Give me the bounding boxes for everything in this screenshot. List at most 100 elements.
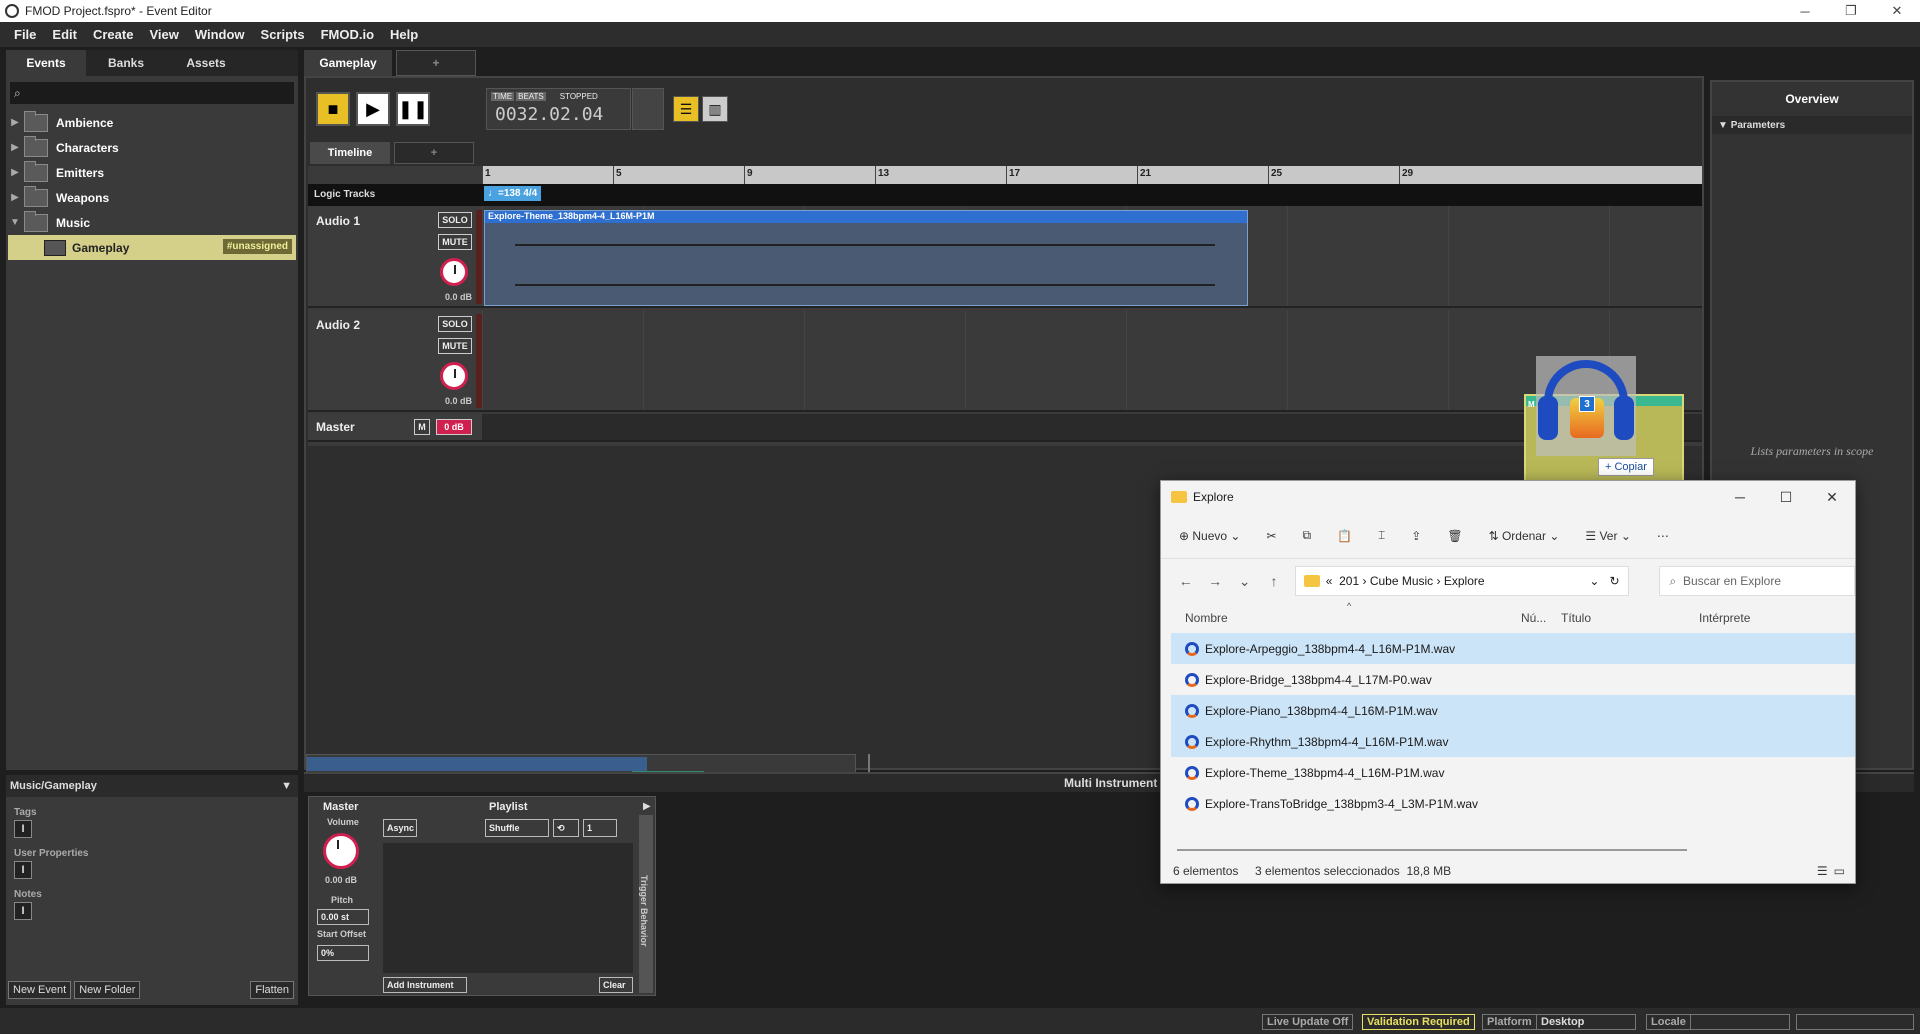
tab-assets[interactable]: Assets [166,50,246,76]
delete-icon[interactable]: 🗑 [1447,529,1462,543]
new-button[interactable]: ⊕ Nuevo ⌄ [1179,529,1240,543]
restore-icon[interactable]: ❐ [1828,0,1874,22]
solo-button[interactable]: SOLO [438,316,472,332]
menu-scripts[interactable]: Scripts [261,27,305,42]
minimize-icon[interactable]: ─ [1717,481,1763,513]
track-lane[interactable] [482,310,1702,410]
copy-icon[interactable]: ⧉ [1303,528,1312,543]
grid-view-icon[interactable]: ▥ [702,96,728,122]
volume-knob[interactable] [440,362,468,390]
beats-mode-button[interactable]: BEATS [516,92,546,101]
column-name[interactable]: Nombre [1185,611,1228,625]
locale-select[interactable] [1690,1014,1790,1030]
playlist-area[interactable] [383,843,633,973]
rename-icon[interactable]: ⌶ [1378,528,1385,543]
play-count-field[interactable]: 1 [583,819,617,837]
loop-playlist-icon[interactable]: ⟲ [553,819,579,837]
add-sheet-button[interactable]: + [394,142,474,164]
recent-icon[interactable]: ⌄ [1230,573,1259,590]
solo-button[interactable]: SOLO [438,212,472,228]
back-icon[interactable]: ← [1171,573,1200,589]
breadcrumb-explore[interactable]: Explore [1444,574,1485,588]
mute-button[interactable]: MUTE [438,234,472,250]
close-icon[interactable]: ✕ [1809,481,1855,513]
new-event-button[interactable]: New Event [8,981,72,999]
pause-button[interactable]: ❚❚ [396,92,430,126]
column-title[interactable]: Título [1561,611,1591,625]
audio-clip[interactable]: Explore-Theme_138bpm4-4_L16M-P1M [484,210,1248,306]
loop-toggle[interactable] [632,88,664,130]
volume-knob[interactable] [440,258,468,286]
file-row[interactable]: Explore-TransToBridge_138bpm3-4_L3M-P1M.… [1171,788,1855,819]
expand-arrow-icon[interactable]: ▶ [6,142,24,153]
maximize-icon[interactable]: ☐ [1763,481,1809,513]
expand-arrow-icon[interactable]: ▶ [6,192,24,203]
play-button[interactable]: ▶ [356,92,390,126]
breadcrumb-overflow[interactable]: « [1326,574,1333,588]
trigger-behavior-tab[interactable]: Trigger Behavior [639,815,653,993]
tab-gameplay[interactable]: Gameplay [304,50,392,76]
view-button[interactable]: ☰ Ver ⌄ [1585,529,1631,543]
file-row[interactable]: Explore-Piano_138bpm4-4_L16M-P1M.wav [1171,695,1855,726]
platform-select[interactable]: Desktop [1536,1014,1636,1030]
expand-playlist-icon[interactable]: ▶ [643,801,651,812]
refresh-icon[interactable]: ↻ [1609,574,1619,588]
mute-button[interactable]: MUTE [438,338,472,354]
collapse-icon[interactable]: ▼ [281,780,292,792]
address-bar[interactable]: « 201 › Cube Music › Explore ⌄ ↻ [1294,566,1629,596]
stop-button[interactable]: ■ [316,92,350,126]
up-icon[interactable]: ↑ [1259,573,1288,589]
breadcrumb-cube-music[interactable]: Cube Music [1370,574,1433,588]
time-mode-button[interactable]: TIME [491,92,515,101]
tiles-view-icon[interactable]: ▭ [1834,864,1845,878]
more-icon[interactable]: ⋯ [1657,529,1669,543]
parameters-header[interactable]: ▼ Parameters [1712,116,1912,134]
forward-icon[interactable]: → [1200,573,1229,589]
add-instrument-button[interactable]: Add Instrument [383,977,467,993]
address-dropdown-icon[interactable]: ⌄ [1589,574,1599,588]
sort-button[interactable]: ⇅ Ordenar ⌄ [1489,529,1560,543]
validation-button[interactable]: Validation Required [1362,1014,1475,1030]
tab-timeline[interactable]: Timeline [310,142,390,164]
tree-event-gameplay[interactable]: Gameplay #unassigned [8,235,296,260]
tree-folder-music[interactable]: ▼ Music [6,210,298,235]
start-offset-field[interactable]: 0% [317,945,369,961]
file-row[interactable]: Explore-Rhythm_138bpm4-4_L16M-P1M.wav [1171,726,1855,757]
playmode-select[interactable]: Shuffle [485,819,549,837]
details-view-icon[interactable]: ☰ [1817,864,1828,878]
explorer-search-input[interactable]: ⌕ Buscar en Explore [1658,566,1856,596]
menu-window[interactable]: Window [195,27,245,42]
file-row[interactable]: Explore-Theme_138bpm4-4_L16M-P1M.wav [1171,757,1855,788]
menu-create[interactable]: Create [93,27,133,42]
master-meter[interactable]: 0 dB [436,419,472,435]
tree-folder-characters[interactable]: ▶ Characters [6,135,298,160]
menu-file[interactable]: File [14,27,36,42]
browser-search-input[interactable]: ⌕ [10,82,294,104]
tags-edit-icon[interactable]: I [14,820,32,838]
collapse-arrow-icon[interactable]: ▼ [6,217,24,228]
expand-arrow-icon[interactable]: ▶ [6,117,24,128]
minimize-icon[interactable]: ─ [1782,0,1828,22]
notes-edit-icon[interactable]: I [14,902,32,920]
live-update-button[interactable]: Live Update Off [1262,1014,1354,1030]
close-icon[interactable]: ✕ [1874,0,1920,22]
paste-icon[interactable]: 📋 [1337,529,1352,543]
column-number[interactable]: Nú... [1521,611,1546,625]
tab-banks[interactable]: Banks [86,50,166,76]
timeline-ruler[interactable]: 1 5 9 13 17 21 25 29 [482,166,1702,184]
breadcrumb-201[interactable]: 201 [1339,574,1359,588]
menu-fmodio[interactable]: FMOD.io [321,27,374,42]
file-row[interactable]: Explore-Bridge_138bpm4-4_L17M-P0.wav [1171,664,1855,695]
menu-help[interactable]: Help [390,27,418,42]
file-row[interactable]: Explore-Arpeggio_138bpm4-4_L16M-P1M.wav [1171,633,1855,664]
tree-folder-weapons[interactable]: ▶ Weapons [6,185,298,210]
share-icon[interactable]: ⇪ [1411,529,1421,543]
user-properties-edit-icon[interactable]: I [14,861,32,879]
tempo-marker[interactable]: ♩=138 4/4 [484,186,542,201]
column-artist[interactable]: Intérprete [1699,611,1750,625]
flatten-button[interactable]: Flatten [250,981,294,999]
tree-folder-emitters[interactable]: ▶ Emitters [6,160,298,185]
master-mute-button[interactable]: M [414,419,430,435]
cut-icon[interactable]: ✂ [1266,529,1276,543]
horizontal-scrollbar[interactable] [1177,849,1687,851]
